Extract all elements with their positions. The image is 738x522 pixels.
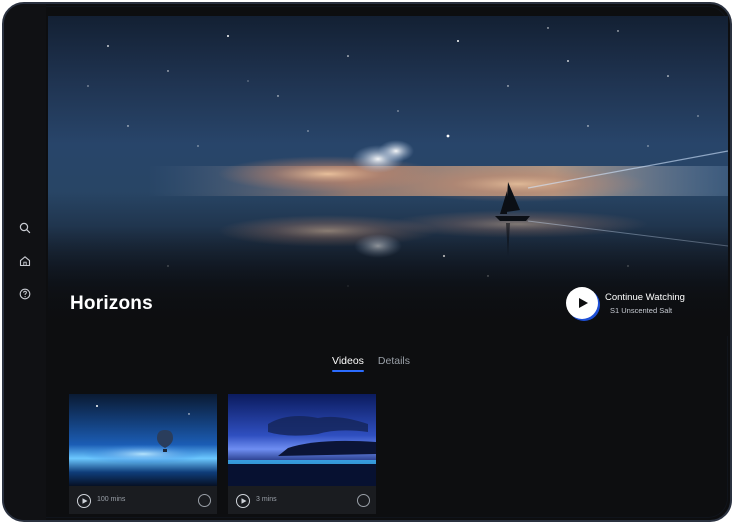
video-card[interactable]: 3 mins (228, 394, 376, 514)
continue-watching-button[interactable]: Continue Watching S1 Unscented Salt (566, 287, 726, 333)
tab-videos[interactable]: Videos (332, 355, 364, 377)
help-icon[interactable] (18, 287, 32, 301)
video-card-meta: 3 mins (228, 486, 376, 514)
video-thumbnail (69, 394, 217, 486)
page-title: Horizons (70, 293, 153, 314)
continue-watching-episode: S1 Unscented Salt (610, 306, 673, 315)
tab-details[interactable]: Details (378, 355, 410, 377)
video-thumbnail (228, 394, 376, 486)
hero-banner: Horizons Continue Watching S1 Unscented … (48, 16, 728, 336)
home-icon[interactable] (18, 254, 32, 268)
search-icon[interactable] (18, 221, 32, 235)
content-tabs: Videos Details (332, 355, 410, 377)
more-options-icon[interactable] (198, 494, 211, 507)
video-card-meta: 100 mins (69, 486, 217, 514)
play-icon[interactable] (236, 494, 250, 508)
continue-watching-label: Continue Watching (605, 292, 685, 303)
play-icon[interactable] (566, 287, 598, 319)
more-options-icon[interactable] (357, 494, 370, 507)
device-frame: Horizons Continue Watching S1 Unscented … (2, 2, 732, 522)
video-card[interactable]: 100 mins (69, 394, 217, 514)
sidebar (4, 4, 46, 520)
play-icon[interactable] (77, 494, 91, 508)
